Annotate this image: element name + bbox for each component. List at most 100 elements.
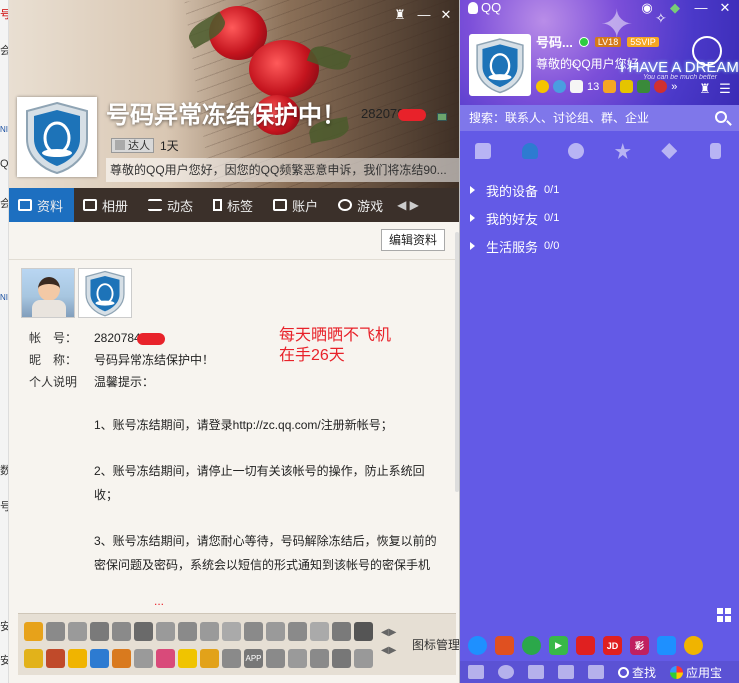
more-ellipsis[interactable]: ... [154, 594, 164, 608]
svip-badge[interactable]: 5SVIP [627, 36, 659, 47]
icon-manager-button[interactable]: 图标管理 [412, 636, 459, 653]
my-nickname[interactable]: 号码... LV18 5SVIP [536, 32, 659, 51]
close-button[interactable]: ✕ [718, 1, 732, 15]
qq-pet-icon[interactable] [684, 636, 703, 655]
app-grid-icon[interactable] [717, 608, 731, 622]
folder-icon[interactable] [620, 80, 634, 93]
mail-icon[interactable] [570, 80, 583, 93]
game-hall-icon[interactable] [46, 649, 65, 668]
menu-icon[interactable]: ☰ [718, 82, 732, 96]
penguin-face-icon[interactable] [654, 80, 668, 93]
shield-icon[interactable] [332, 622, 351, 641]
mail-icon[interactable] [134, 649, 153, 668]
tab-album[interactable]: 相册 [74, 188, 139, 222]
video-icon[interactable] [90, 649, 109, 668]
close-button[interactable]: ✕ [439, 8, 453, 22]
phone-icon[interactable] [156, 622, 175, 641]
tab-account[interactable]: 账户 [264, 188, 329, 222]
find-button[interactable]: 查找 [618, 664, 656, 681]
video-camera-icon[interactable] [354, 649, 373, 668]
tab-tags[interactable]: 标签 [204, 188, 264, 222]
scrollbar[interactable] [455, 232, 459, 492]
search-input[interactable]: 搜索：联系人、讨论组、群、企业 [460, 105, 739, 131]
camera-icon[interactable] [332, 649, 351, 668]
icon-nav-arrows[interactable]: ◀▶ ◀▶ [381, 624, 396, 660]
online-status-icon[interactable] [578, 36, 589, 47]
qq-mail-icon[interactable] [46, 622, 65, 641]
minimize-button[interactable]: — [417, 8, 431, 22]
file-folder-icon[interactable] [558, 665, 574, 679]
skin-icon[interactable]: ◉ [640, 1, 654, 15]
qq-show-icon[interactable] [24, 622, 43, 641]
music-icon[interactable] [178, 622, 197, 641]
box-icon[interactable] [266, 649, 285, 668]
avatar-thumb-shield[interactable] [78, 268, 132, 318]
heart-icon[interactable] [90, 622, 109, 641]
main-menu-icon[interactable] [468, 665, 484, 679]
music-note-icon[interactable] [24, 649, 43, 668]
group-life-services[interactable]: 生活服务 0/0 [470, 232, 559, 260]
my-avatar[interactable] [469, 34, 531, 96]
app-icon[interactable]: APP [244, 649, 263, 668]
group-my-devices[interactable]: 我的设备 0/1 [470, 176, 559, 204]
star-icon[interactable] [68, 649, 87, 668]
shopping-cart-icon[interactable] [603, 80, 617, 93]
level-badge[interactable]: LV18 [594, 36, 622, 47]
lottery-icon[interactable]: 彩 [630, 636, 649, 655]
tab-contacts[interactable] [507, 131, 554, 171]
qq-show-icon[interactable] [200, 649, 219, 668]
game-icon[interactable] [637, 80, 651, 93]
tab-favorites[interactable] [600, 131, 647, 171]
qq-space-icon[interactable] [68, 622, 87, 641]
pet-icon[interactable] [112, 622, 131, 641]
sphere-icon[interactable] [310, 649, 329, 668]
car-icon[interactable] [200, 622, 219, 641]
status-shield-icon[interactable]: ◆ [668, 1, 682, 15]
tab-profile[interactable]: 资料 [9, 188, 75, 222]
settings-gear-icon[interactable] [498, 665, 514, 679]
leaf-icon[interactable] [310, 622, 329, 641]
tab-scroll-arrows[interactable]: ◀ ▶ [394, 198, 422, 212]
browser-icon[interactable] [468, 636, 487, 655]
speaker-icon[interactable] [528, 665, 544, 679]
security-icon[interactable] [522, 636, 541, 655]
tab-messages[interactable] [460, 131, 507, 171]
pc-manager-icon[interactable] [657, 636, 676, 655]
book-icon[interactable] [288, 622, 307, 641]
profile-avatar[interactable] [17, 97, 97, 177]
star-level-icon[interactable] [536, 80, 549, 93]
tab-phone[interactable] [693, 131, 739, 171]
wallet-icon[interactable] [156, 649, 175, 668]
group-my-friends[interactable]: 我的好友 0/1 [470, 204, 559, 232]
search-icon[interactable] [715, 111, 727, 123]
black-diamond-icon[interactable] [354, 622, 373, 641]
mail-icon[interactable] [437, 113, 447, 121]
tab-qzone[interactable] [646, 131, 693, 171]
avatar-thumb-child[interactable] [21, 268, 75, 318]
weather-sun-icon[interactable] [692, 36, 722, 66]
edit-profile-button[interactable]: 编辑资料 [381, 229, 445, 251]
cube-icon[interactable] [134, 622, 153, 641]
shield-icon[interactable] [288, 649, 307, 668]
qq-show-icon[interactable]: ♜ [698, 82, 712, 96]
game-center-icon[interactable] [495, 636, 514, 655]
video-play-icon[interactable]: ▶ [549, 636, 568, 655]
gear-icon[interactable] [222, 649, 241, 668]
qzone-icon[interactable] [553, 80, 566, 93]
gem-icon[interactable] [266, 622, 285, 641]
stock-chart-icon[interactable] [576, 636, 595, 655]
tab-feed[interactable]: 动态 [139, 188, 204, 222]
pet-icon[interactable] [178, 649, 197, 668]
expert-badge[interactable]: 达人 [111, 137, 154, 153]
gem-icon[interactable] [244, 622, 263, 641]
more-icon[interactable]: » [671, 81, 677, 93]
minimize-button[interactable]: — [694, 1, 708, 15]
app-store-button[interactable]: 应用宝 [670, 664, 722, 681]
tab-groups[interactable] [553, 131, 600, 171]
diamond-icon[interactable] [222, 622, 241, 641]
jd-icon[interactable]: JD [603, 636, 622, 655]
skin-icon[interactable]: ♜ [393, 8, 407, 22]
favorites-icon[interactable] [588, 665, 604, 679]
farm-icon[interactable] [112, 649, 131, 668]
tab-games[interactable]: 游戏 [329, 188, 394, 222]
